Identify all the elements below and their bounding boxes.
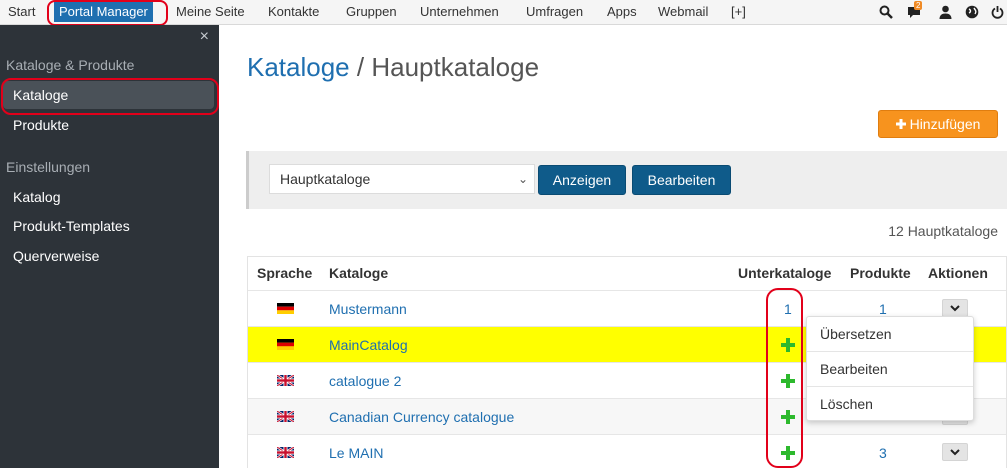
menu-item-loeschen[interactable]: Löschen [820, 396, 873, 412]
produkte-count-link[interactable]: 3 [879, 435, 887, 468]
actions-dropdown-button[interactable] [942, 299, 968, 317]
sidebar-item-produkte[interactable]: Produkte [13, 117, 69, 133]
nav-apps[interactable]: Apps [607, 0, 637, 24]
plus-icon [895, 116, 906, 132]
catalog-name-link[interactable]: Le MAIN [329, 435, 383, 468]
catalog-name-link[interactable]: MainCatalog [329, 327, 408, 363]
nav-portal-manager[interactable]: Portal Manager [54, 2, 153, 22]
nav-kontakte[interactable]: Kontakte [268, 0, 319, 24]
catalog-name-link[interactable]: Canadian Currency catalogue [329, 399, 514, 435]
notification-badge: 2 [914, 1, 923, 10]
german-flag-icon [277, 303, 294, 314]
top-navigation-bar: Start Portal Manager Meine Seite Kontakt… [0, 0, 1007, 25]
catalog-count: 12 Hauptkataloge [888, 223, 998, 239]
nav-start[interactable]: Start [8, 0, 35, 24]
menu-item-bearbeiten[interactable]: Bearbeiten [820, 361, 888, 377]
chevron-down-icon: ⌄ [517, 172, 528, 186]
breadcrumb-current: Hauptkataloge [371, 52, 540, 82]
globe-icon[interactable] [964, 4, 980, 20]
column-header-kataloge: Kataloge [329, 265, 389, 281]
add-subcatalog-icon[interactable] [780, 337, 796, 353]
page-title: Kataloge / Hauptkataloge [247, 52, 539, 83]
chevron-down-icon [950, 304, 960, 311]
table-row: Le MAIN 3 [248, 434, 1006, 468]
nav-webmail[interactable]: Webmail [658, 0, 708, 24]
nav-unternehmen[interactable]: Unternehmen [420, 0, 499, 24]
power-icon[interactable] [989, 4, 1005, 20]
column-header-aktionen: Aktionen [928, 265, 988, 281]
nav-gruppen[interactable]: Gruppen [346, 0, 397, 24]
filter-bar: Hauptkataloge ⌄ Anzeigen Bearbeiten [246, 151, 1007, 209]
edit-button[interactable]: Bearbeiten [632, 165, 731, 195]
german-flag-icon [277, 339, 294, 350]
add-subcatalog-icon[interactable] [780, 445, 796, 461]
menu-divider [807, 351, 973, 352]
chevron-down-icon [950, 448, 960, 455]
add-subcatalog-icon[interactable] [780, 373, 796, 389]
catalog-name-link[interactable]: Mustermann [329, 291, 407, 327]
catalog-name-link[interactable]: catalogue 2 [329, 363, 401, 399]
sidebar-section-kataloge-produkte: Kataloge & Produkte [6, 57, 135, 73]
actions-dropdown-menu: Übersetzen Bearbeiten Löschen [806, 316, 974, 421]
uk-flag-icon [277, 411, 294, 422]
sidebar-item-produkt-templates[interactable]: Produkt-Templates [13, 218, 130, 234]
menu-item-uebersetzen[interactable]: Übersetzen [820, 326, 892, 342]
sidebar-item-katalog[interactable]: Katalog [13, 189, 60, 205]
breadcrumb-kataloge[interactable]: Kataloge [247, 52, 350, 82]
nav-more[interactable]: [+] [731, 0, 746, 24]
show-button[interactable]: Anzeigen [538, 165, 626, 195]
column-header-sprache: Sprache [257, 265, 313, 281]
add-button[interactable]: Hinzufügen [878, 110, 998, 138]
close-icon[interactable]: × [200, 28, 209, 46]
sidebar: × Kataloge & Produkte Kataloge Produkte … [0, 25, 219, 468]
add-subcatalog-icon[interactable] [780, 409, 796, 425]
sidebar-item-querverweise[interactable]: Querverweise [13, 248, 99, 264]
user-icon[interactable] [937, 4, 953, 20]
uk-flag-icon [277, 447, 294, 458]
unterkataloge-count-link[interactable]: 1 [784, 291, 792, 327]
column-header-produkte: Produkte [850, 265, 911, 281]
sidebar-section-einstellungen: Einstellungen [6, 159, 91, 175]
actions-dropdown-button[interactable] [942, 443, 968, 461]
uk-flag-icon [277, 375, 294, 386]
nav-meine-seite[interactable]: Meine Seite [176, 0, 245, 24]
add-button-label: Hinzufügen [909, 116, 981, 132]
chat-icon[interactable]: 2 [906, 1, 923, 20]
catalog-select-value: Hauptkataloge [280, 171, 371, 187]
nav-umfragen[interactable]: Umfragen [526, 0, 583, 24]
column-header-unterkataloge: Unterkataloge [738, 265, 832, 281]
search-icon[interactable] [878, 4, 894, 20]
catalog-select[interactable]: Hauptkataloge ⌄ [269, 164, 535, 194]
menu-divider [807, 386, 973, 387]
breadcrumb-separator: / [356, 52, 365, 82]
sidebar-item-kataloge[interactable]: Kataloge [13, 87, 68, 103]
